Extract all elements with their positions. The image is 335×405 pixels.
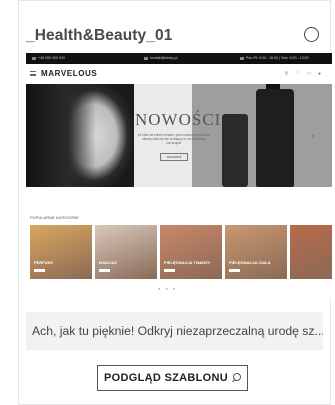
category-tile: PIELĘGNACJA CIAŁA [225,225,287,279]
category-button [164,269,175,272]
categories-label: POPULARNE KATEGORIE [30,215,79,220]
template-card[interactable]: _Health&Beauty_01 +48 000 000 000 kontak… [18,0,332,405]
preview-topbar: +48 000 000 000 kontakt@sklep.pl Pon-Pt:… [26,53,332,64]
menu-icon [30,71,36,76]
category-tile: PERFUMY [30,225,92,279]
template-title: _Health&Beauty_01 [26,27,173,44]
hero-subtitle: Ut enim ad minim veniam, quis nostrud ex… [137,133,211,145]
model-hair-shade [26,84,96,187]
category-button [229,269,240,272]
product-bottle [256,89,294,187]
template-preview-image[interactable]: +48 000 000 000 kontakt@sklep.pl Pon-Pt:… [26,53,332,298]
clock-icon [240,56,244,60]
preview-phone: +48 000 000 000 [38,56,66,60]
hero-button: SPRAWDŹ [159,153,189,161]
preview-nav-icons: ⚲ ♡ □ ● [284,71,324,77]
product-bottle-small [222,114,248,187]
preview-email: kontakt@sklep.pl [150,56,178,60]
preview-button-label: PODGLĄD SZABLONU [104,372,228,384]
category-tile: MAKIJAŻ [95,225,157,279]
carousel-dots: ● ● ● [158,286,178,291]
hero-title: NOWOŚCI [135,110,222,129]
search-icon [232,373,241,382]
categories-row: PERFUMY MAKIJAŻ PIELĘGNACJA TWARZY PIELĘ… [30,225,332,281]
template-description: Ach, jak tu pięknie! Odkryj niezaprzecza… [26,312,323,350]
category-name: PIELĘGNACJA TWARZY [164,260,211,265]
select-radio[interactable] [304,27,319,42]
hero-prev-arrow-icon: ‹ [74,134,76,140]
hero-next-arrow-icon: › [312,134,314,140]
category-name: PIELĘGNACJA CIAŁA [229,260,271,265]
mail-icon [144,56,148,60]
preview-brand-logo: MARVELOUS [41,69,98,78]
preview-hours: Pon-Pt: 9:00 - 16:00 | Sob: 9:00 - 13:00 [246,56,309,60]
hero-text-block: NOWOŚCI Ut enim ad minim veniam, quis no… [135,110,222,163]
category-tile [290,225,332,279]
template-preview-button[interactable]: PODGLĄD SZABLONU [97,365,248,391]
category-button [99,269,110,272]
category-tile: PIELĘGNACJA TWARZY [160,225,222,279]
category-name: PERFUMY [34,260,54,265]
category-name: MAKIJAŻ [99,260,117,265]
preview-nav: MARVELOUS ⚲ ♡ □ ● [26,64,332,84]
category-button [34,269,45,272]
phone-icon [32,56,36,60]
preview-hero-banner: ‹ › NOWOŚCI Ut enim ad minim veniam, qui… [26,84,332,187]
